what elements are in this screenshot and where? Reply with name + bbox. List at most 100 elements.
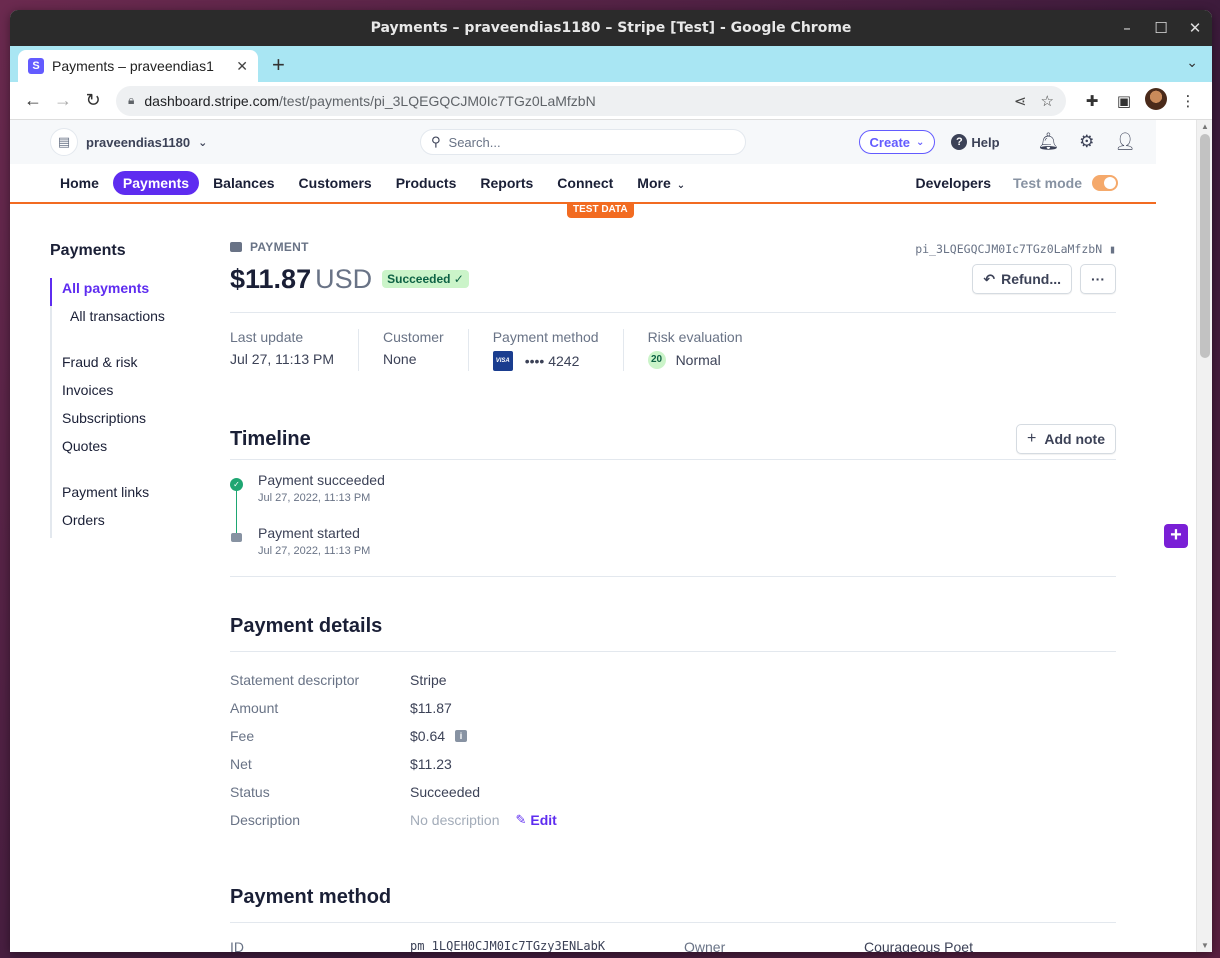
scroll-up-icon[interactable]: ▲	[1201, 122, 1209, 131]
address-bar[interactable]: 🔒︎ dashboard.stripe.com/test/payments/pi…	[116, 85, 1066, 116]
nav-products[interactable]: Products	[386, 171, 467, 195]
pm-id-label: ID	[230, 939, 244, 952]
divider	[230, 312, 1116, 313]
close-window-button[interactable]: ✕	[1178, 19, 1212, 37]
detail-key: Status	[230, 784, 270, 800]
create-button[interactable]: Create ⌄	[858, 130, 936, 154]
browser-window: Payments – praveendias1180 – Stripe [Tes…	[10, 10, 1212, 952]
last-update-value: Jul 27, 11:13 PM	[230, 351, 335, 367]
summary-customer: Customer None	[383, 329, 469, 371]
close-tab-icon[interactable]: ✕	[236, 58, 248, 75]
tab-search-chevron-icon[interactable]: ⌄	[1186, 54, 1198, 71]
refund-button[interactable]: ↶ Refund...	[972, 264, 1072, 294]
visa-card-icon: VISA	[492, 351, 513, 371]
nav-reports[interactable]: Reports	[470, 171, 543, 195]
detail-row: Net $11.23	[230, 750, 1116, 778]
new-tab-button[interactable]: +	[272, 50, 285, 82]
info-icon[interactable]: i	[455, 730, 468, 742]
more-actions-button[interactable]: ···	[1080, 264, 1116, 294]
account-switcher[interactable]: ▤ praveendias1180 ⌄	[50, 128, 207, 156]
browser-toolbar: ← → ↻ 🔒︎ dashboard.stripe.com/test/payme…	[10, 82, 1212, 120]
floating-add-button[interactable]: +	[1164, 524, 1188, 548]
gear-icon[interactable]: ⚙	[1079, 132, 1094, 152]
nav-more-label: More	[637, 175, 671, 191]
test-data-badge: TEST DATA	[567, 202, 634, 218]
stripe-app-bar: ▤ praveendias1180 ⌄ ⚲ Search... Create ⌄…	[10, 120, 1156, 164]
sidebar-item-fraud-risk[interactable]: Fraud & risk	[62, 352, 165, 380]
payment-method-value: VISA •••• 4242	[492, 351, 599, 371]
chevron-down-icon: ⌄	[198, 136, 208, 149]
risk-value[interactable]: 20 Normal	[647, 351, 743, 369]
event-title: Payment started	[258, 525, 360, 541]
minimize-button[interactable]: –	[1110, 19, 1144, 37]
scroll-down-icon[interactable]: ▼	[1201, 941, 1209, 950]
detail-value: No description	[410, 812, 500, 828]
payment-currency: USD	[315, 263, 373, 294]
kicker-label: PAYMENT	[250, 240, 309, 254]
test-mode-toggle[interactable]	[1092, 175, 1118, 191]
scrollbar-thumb[interactable]	[1200, 134, 1210, 358]
nav-home[interactable]: Home	[50, 171, 109, 195]
payment-id-text: pi_3LQEGQCJM0Ic7TGz0LaMfzbN	[915, 242, 1103, 256]
browser-tab-payments[interactable]: S Payments – praveendias1 ✕	[18, 50, 258, 82]
add-note-label: Add note	[1044, 431, 1105, 447]
divider	[230, 651, 1116, 652]
payment-id[interactable]: pi_3LQEGQCJM0Ic7TGz0LaMfzbN ▮	[915, 242, 1116, 256]
forward-arrow-icon[interactable]: →	[48, 90, 78, 111]
nav-right: Developers Test mode	[916, 175, 1118, 191]
create-label: Create	[869, 134, 910, 150]
help-button[interactable]: ? Help	[951, 134, 1000, 150]
customer-label: Customer	[383, 329, 444, 345]
maximize-button[interactable]: ☐	[1144, 19, 1178, 37]
search-input[interactable]: ⚲ Search...	[420, 129, 746, 155]
side-panel-icon[interactable]: ▣	[1108, 92, 1140, 110]
main-nav: Home Payments Balances Customers Product…	[10, 164, 1156, 204]
bookmark-star-icon[interactable]: ☆	[1041, 92, 1054, 110]
tab-strip: S Payments – praveendias1 ✕ + ⌄	[10, 46, 1212, 82]
payment-summary: Last update Jul 27, 11:13 PM Customer No…	[230, 329, 1116, 371]
detail-value: Stripe	[410, 672, 447, 688]
sidebar-item-quotes[interactable]: Quotes	[62, 436, 165, 464]
developers-link[interactable]: Developers	[916, 175, 991, 191]
nav-more[interactable]: More ⌄	[627, 171, 695, 195]
share-icon[interactable]: ⋖	[1014, 92, 1027, 110]
edit-description-button[interactable]: ✎ Edit	[516, 812, 557, 828]
sidebar-item-payment-links[interactable]: Payment links	[62, 482, 165, 510]
payment-details-title: Payment details	[230, 615, 383, 637]
copy-icon[interactable]: ▮	[1109, 242, 1116, 256]
chrome-menu-kebab-icon[interactable]: ⋮	[1172, 92, 1204, 110]
reload-icon[interactable]: ↻	[78, 90, 108, 111]
sidebar-item-all-payments[interactable]: All payments	[50, 278, 165, 306]
payment-details-list: Statement descriptor Stripe Amount $11.87 …	[230, 666, 1116, 834]
divider	[230, 459, 1116, 460]
nav-connect[interactable]: Connect	[547, 171, 623, 195]
stripe-favicon-icon: S	[28, 58, 44, 74]
lock-icon[interactable]: 🔒︎	[128, 93, 134, 108]
help-icon: ?	[951, 134, 968, 150]
nav-payments[interactable]: Payments	[112, 171, 200, 195]
page-scrollbar[interactable]: ▲ ▼	[1196, 120, 1212, 952]
page-viewport: ▤ praveendias1180 ⌄ ⚲ Search... Create ⌄…	[10, 120, 1212, 952]
sidebar-item-invoices[interactable]: Invoices	[62, 380, 165, 408]
payment-method-title: Payment method	[230, 886, 392, 908]
back-arrow-icon[interactable]: ←	[18, 90, 48, 111]
payment-icon	[230, 242, 242, 252]
extensions-puzzle-icon[interactable]: ✚	[1076, 92, 1108, 110]
summary-payment-method: Payment method VISA •••• 4242	[492, 329, 624, 371]
detail-row: Amount $11.87	[230, 694, 1116, 722]
payment-method-label: Payment method	[492, 329, 599, 345]
user-icon[interactable]: 👤︎	[1114, 132, 1136, 152]
window-title: Payments – praveendias1180 – Stripe [Tes…	[370, 20, 852, 36]
sidebar-item-all-transactions[interactable]: All transactions	[62, 306, 165, 334]
payment-method-row: ID pm_1LQEH0CJM0Ic7TGzy3ENLabK Owner Cou…	[230, 939, 1116, 952]
add-note-button[interactable]: + Add note	[1016, 424, 1116, 454]
nav-balances[interactable]: Balances	[203, 171, 284, 195]
profile-avatar[interactable]	[1140, 87, 1172, 114]
sidebar-item-orders[interactable]: Orders	[62, 510, 165, 538]
nav-customers[interactable]: Customers	[289, 171, 382, 195]
bell-icon[interactable]: 🔔︎	[1038, 132, 1060, 152]
sidebar-item-subscriptions[interactable]: Subscriptions	[62, 408, 165, 436]
check-circle-icon: ✓	[230, 478, 243, 491]
owner-value: Courageous Poet	[864, 939, 973, 952]
sidebar: Payments All payments All transactions F…	[50, 242, 165, 538]
